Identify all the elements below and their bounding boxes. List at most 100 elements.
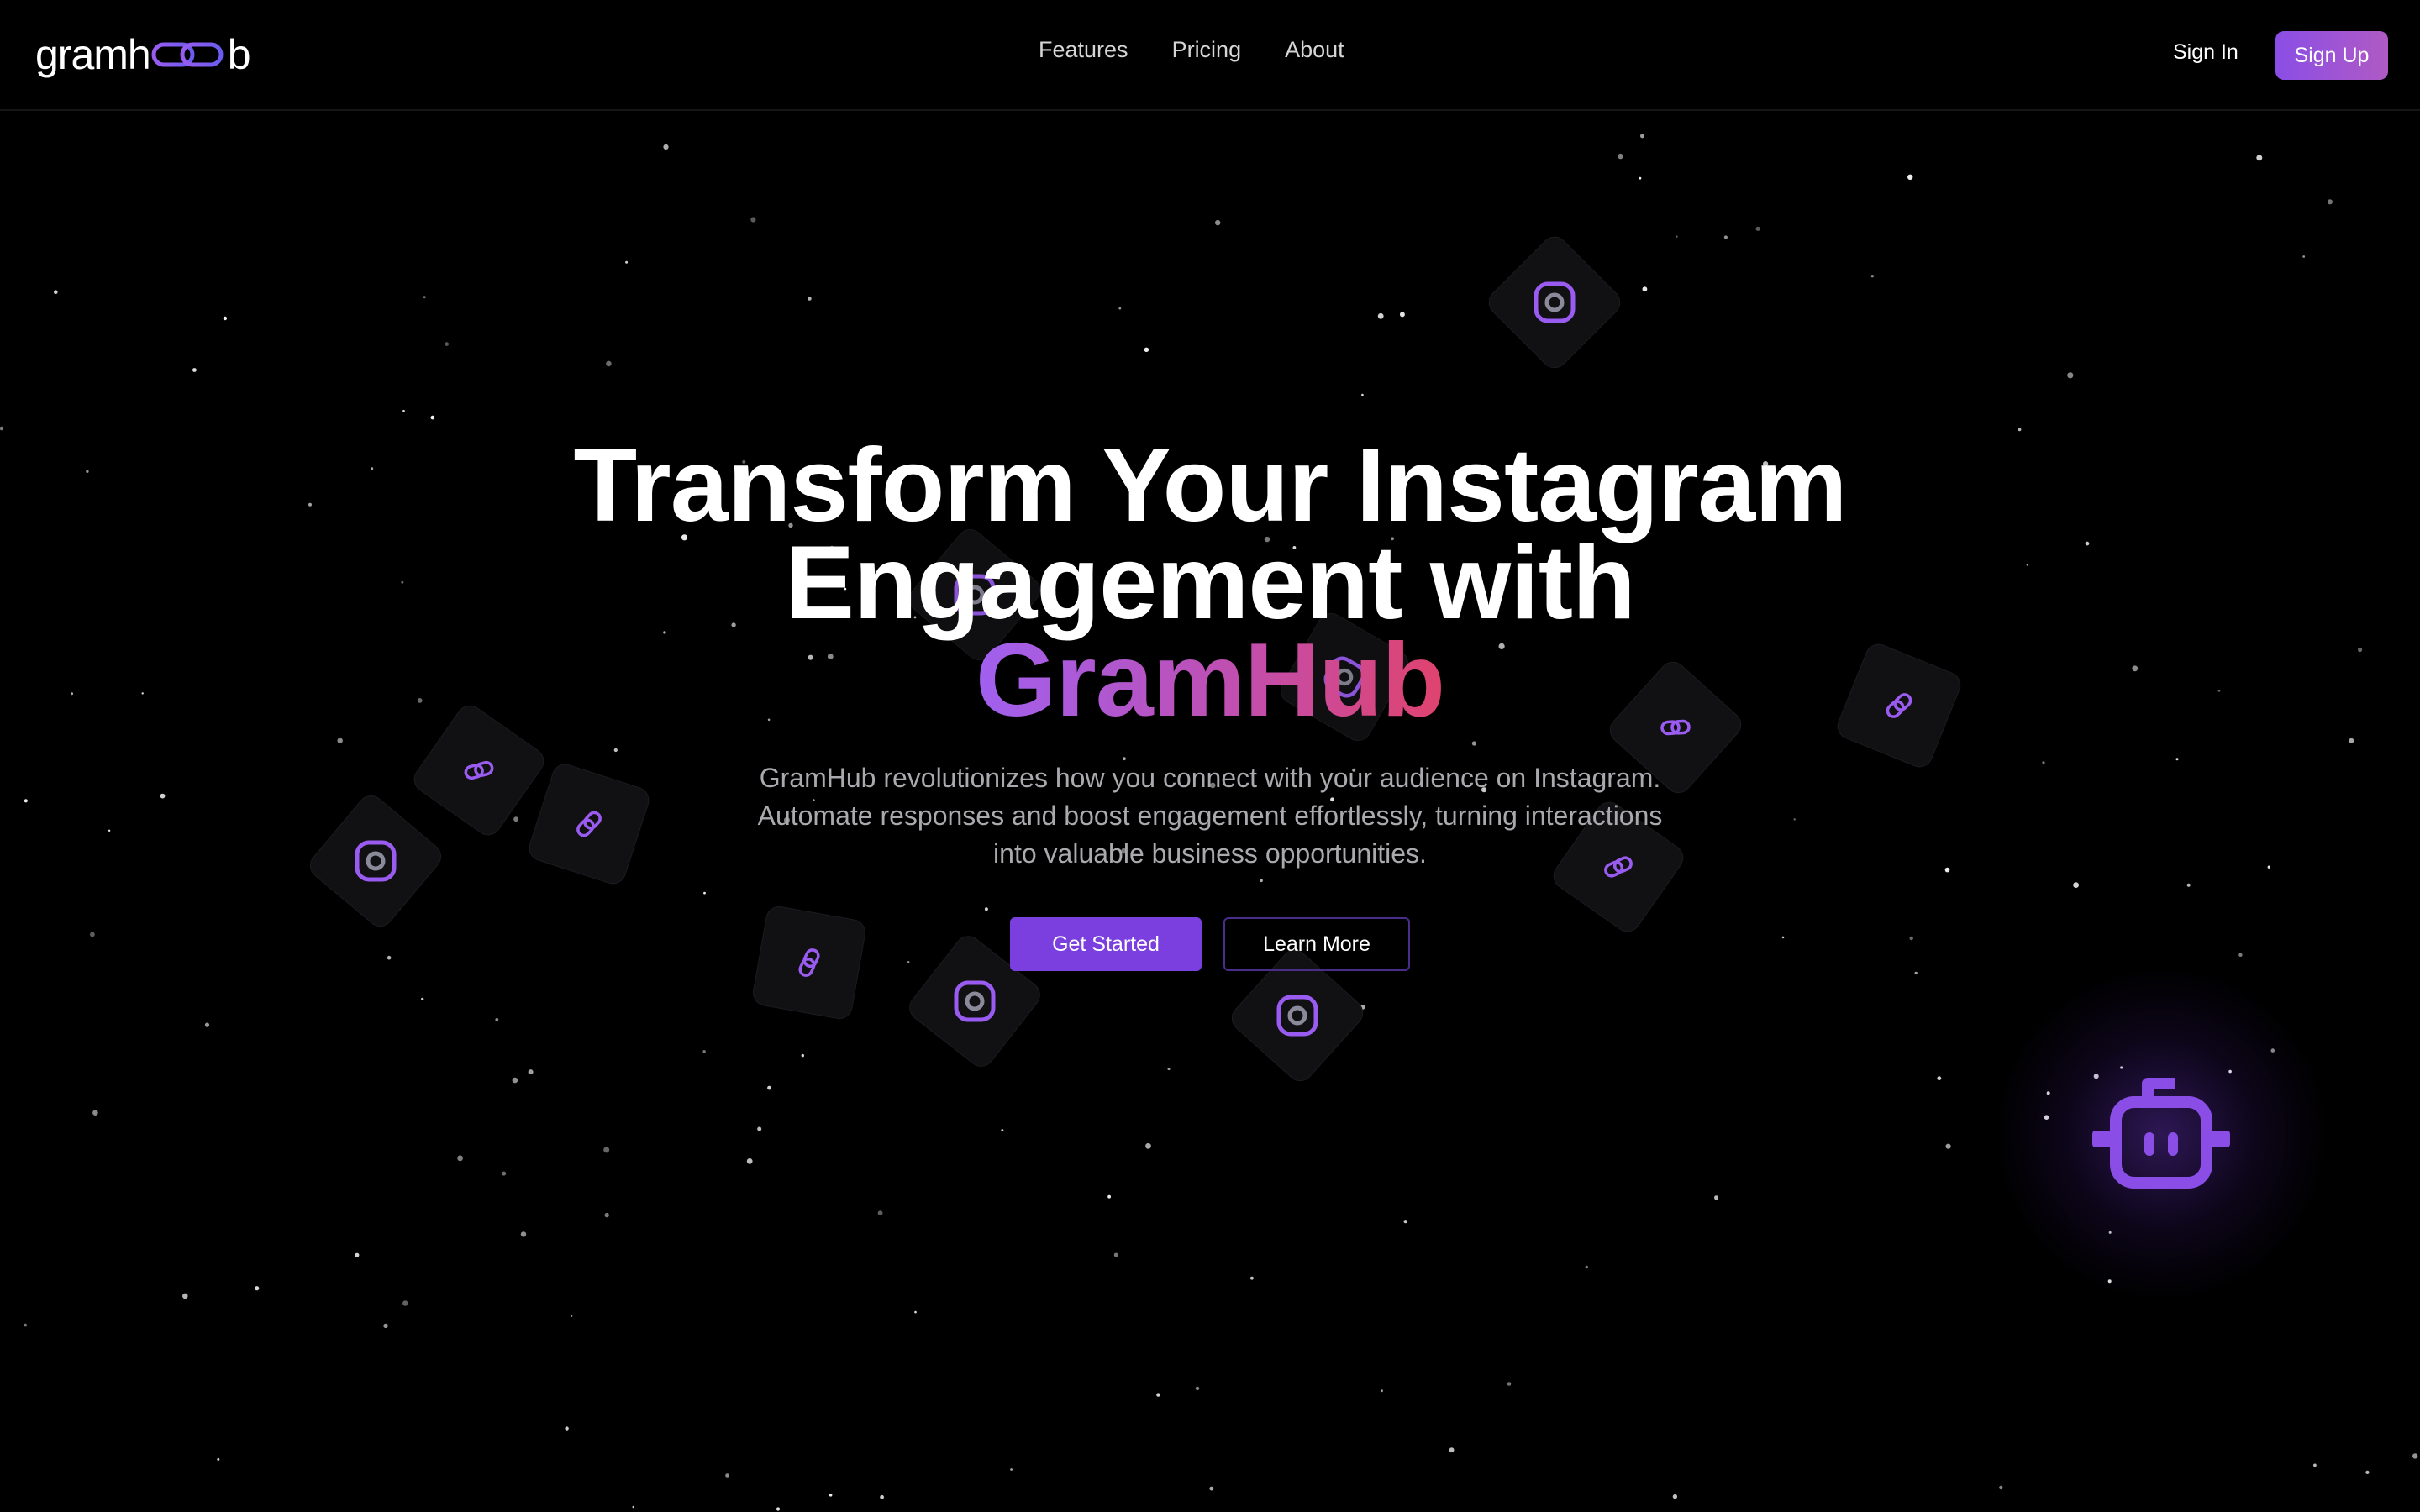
- star: [767, 1085, 771, 1090]
- star: [1640, 134, 1644, 139]
- star: [528, 1069, 534, 1075]
- star: [90, 932, 95, 937]
- nav-item-pricing[interactable]: Pricing: [1172, 37, 1242, 63]
- star: [1260, 879, 1263, 883]
- star: [1215, 219, 1221, 226]
- star: [1870, 275, 1874, 278]
- logo-text-left: gramh: [35, 31, 151, 78]
- star: [2018, 428, 2022, 432]
- star: [1907, 174, 1913, 180]
- star: [192, 368, 197, 372]
- star: [387, 955, 392, 960]
- bot-icon[interactable]: [2089, 1065, 2233, 1196]
- star: [1507, 1382, 1512, 1386]
- star: [1381, 1389, 1383, 1393]
- star: [757, 1126, 762, 1131]
- star: [182, 1293, 188, 1299]
- star: [423, 296, 426, 299]
- star: [663, 144, 669, 150]
- star: [725, 1473, 729, 1478]
- hero-subtitle: GramHub revolutionizes how you connect w…: [757, 763, 1663, 869]
- nav-item-features[interactable]: Features: [1039, 37, 1128, 63]
- star: [776, 1507, 781, 1511]
- learn-more-button[interactable]: Learn More: [1223, 917, 1410, 971]
- star: [1145, 1142, 1151, 1149]
- instagram-icon: [1276, 995, 1318, 1037]
- star: [702, 1050, 706, 1053]
- star: [24, 799, 28, 803]
- sign-up-button[interactable]: Sign Up: [2275, 31, 2388, 80]
- star: [430, 415, 435, 420]
- star: [2175, 758, 2179, 761]
- get-started-button[interactable]: Get Started: [1010, 917, 1202, 971]
- star: [54, 290, 58, 295]
- star: [1449, 1447, 1455, 1453]
- star: [1113, 1252, 1118, 1257]
- star: [808, 297, 812, 301]
- star: [1909, 936, 1913, 941]
- star: [1944, 867, 1950, 873]
- star: [603, 1147, 610, 1153]
- star: [457, 1155, 463, 1162]
- instagram-icon: [1534, 281, 1576, 323]
- starfield-background: [0, 134, 2418, 1511]
- star: [2186, 883, 2191, 887]
- star: [2042, 761, 2045, 764]
- star: [402, 409, 405, 412]
- chain-link-logo-icon: [151, 42, 224, 67]
- star: [565, 1426, 569, 1431]
- star: [255, 1286, 260, 1291]
- hero-title-line-1: Transform Your Instagram: [573, 428, 1848, 543]
- instagram-icon: [954, 980, 996, 1022]
- star: [1156, 1393, 1160, 1397]
- star: [1399, 312, 1405, 318]
- link-icon: [464, 760, 494, 780]
- star: [204, 1022, 210, 1027]
- main-nav: Features Pricing About: [1039, 37, 1344, 63]
- nav-item-about[interactable]: About: [1285, 37, 1344, 63]
- star: [1001, 1129, 1004, 1132]
- landing-page: gramh b Features Pricing About Sign In S…: [0, 0, 2420, 1512]
- star: [92, 1110, 98, 1116]
- star: [1585, 1265, 1589, 1269]
- star: [2365, 1470, 2370, 1474]
- star: [502, 1171, 507, 1176]
- star: [1781, 936, 1785, 939]
- star: [1945, 1143, 1951, 1149]
- star: [801, 1053, 804, 1058]
- hero-title: Transform Your Instagram Engagement with…: [0, 428, 2420, 738]
- star: [604, 1212, 609, 1218]
- star: [512, 1077, 518, 1084]
- star: [984, 907, 988, 911]
- star: [914, 1310, 917, 1314]
- star: [750, 217, 756, 223]
- star: [877, 1210, 883, 1215]
- star: [1118, 307, 1122, 310]
- star: [108, 829, 111, 832]
- star: [513, 816, 518, 822]
- star: [24, 1323, 27, 1327]
- hero-brand-name: GramHub: [976, 622, 1445, 738]
- star: [1618, 153, 1623, 160]
- star: [2238, 953, 2243, 958]
- sign-in-link[interactable]: Sign In: [2173, 40, 2238, 65]
- star: [1793, 818, 1796, 821]
- star: [1914, 971, 1918, 975]
- star: [1676, 235, 1678, 238]
- star: [1937, 1076, 1942, 1081]
- star: [1209, 1486, 1214, 1491]
- gramhub-logo[interactable]: gramh b: [35, 25, 251, 84]
- star: [625, 260, 629, 264]
- star: [2302, 255, 2306, 258]
- star: [520, 1231, 527, 1237]
- star: [1167, 1068, 1171, 1071]
- instagram-icon: [355, 840, 397, 882]
- logo-text-right: b: [227, 31, 251, 78]
- star: [217, 1457, 220, 1461]
- star: [495, 1018, 499, 1021]
- star: [746, 1158, 753, 1164]
- star: [2267, 865, 2270, 869]
- star: [1714, 1195, 1718, 1200]
- star: [1403, 1220, 1407, 1224]
- star: [570, 1315, 573, 1317]
